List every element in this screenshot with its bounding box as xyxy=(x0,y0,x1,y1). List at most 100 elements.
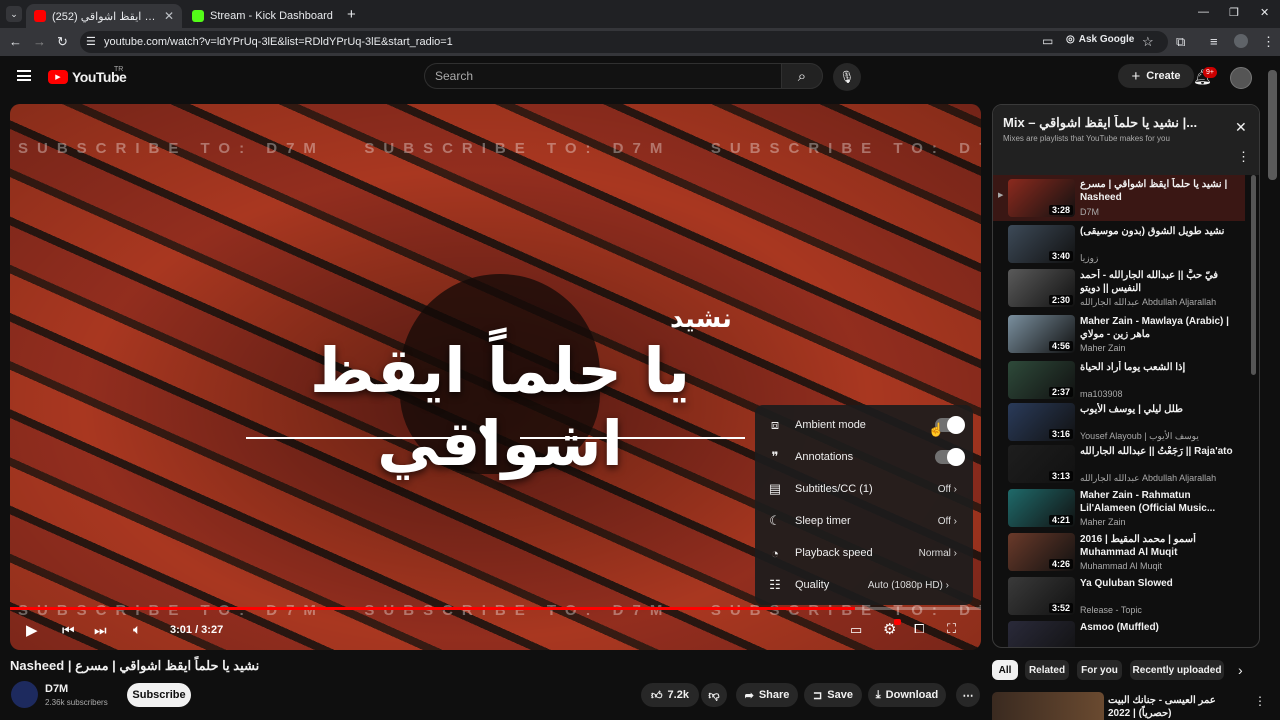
ask-google-button[interactable]: ◎ Ask Google xyxy=(1066,34,1134,45)
setting-sleep-timer[interactable]: ☾ Sleep timer Off › xyxy=(755,505,973,537)
mix-list-item[interactable]: Asmoo (Muffled)Nasheed Harmony - Topic xyxy=(993,619,1245,647)
reload-icon[interactable]: ↻ xyxy=(57,34,68,50)
extensions-icon[interactable]: ⧉ xyxy=(1176,34,1185,50)
minimize-icon[interactable]: — xyxy=(1198,6,1209,18)
mix-list-item[interactable]: 2:37 إذا الشعب يوما أراد الحياة ma103908 xyxy=(993,359,1245,401)
miniplayer-icon[interactable]: ⧠ xyxy=(914,621,924,637)
mix-list-item[interactable]: 4:21 Maher Zain - Rahmatun Lil'Alameen (O… xyxy=(993,487,1245,529)
profile-avatar[interactable] xyxy=(1234,34,1248,48)
subscribe-button[interactable]: Subscribe xyxy=(127,683,191,707)
subtitles-icon[interactable]: ▭ xyxy=(850,622,862,638)
mix-item-title[interactable]: Ya Quluban Slowed xyxy=(1080,577,1240,590)
mix-item-channel: Maher Zain xyxy=(1080,343,1126,353)
panel-more-icon[interactable]: ⋮ xyxy=(1237,149,1250,165)
more-actions-button[interactable]: ⋯ xyxy=(956,683,980,707)
create-button[interactable]: + Create xyxy=(1118,64,1194,88)
forward-icon[interactable]: → xyxy=(33,34,46,49)
mix-item-title[interactable]: Maher Zain - Rahmatun Lil'Alameen (Offic… xyxy=(1080,489,1240,515)
browser-menu-icon[interactable]: ⋮ xyxy=(1262,34,1275,50)
mix-item-thumbnail[interactable]: 3:16 xyxy=(1008,403,1075,441)
mix-item-thumbnail[interactable]: 3:28 xyxy=(1008,179,1075,217)
channel-avatar[interactable] xyxy=(11,681,38,708)
mix-list-item[interactable]: ▶ 3:28 نشيد يا حلماً ايقظ اشواقي | مسرع | … xyxy=(993,175,1245,221)
mix-list-item[interactable]: 4:26 أسمو | محمد المقيط | 2016 Muhammad A… xyxy=(993,531,1245,573)
bookmark-icon: ⊐ xyxy=(813,689,823,702)
mix-item-title[interactable]: نشيد طويل الشوق (بدون موسيقى) xyxy=(1080,225,1240,238)
setting-quality[interactable]: ☷ Quality Auto (1080p HD) › xyxy=(755,569,973,601)
mix-item-title[interactable]: Maher Zain - Mawlaya (Arabic) | ماهر زين… xyxy=(1080,315,1240,341)
search-input[interactable]: Search xyxy=(424,63,782,89)
annotations-toggle[interactable] xyxy=(935,448,965,466)
close-tab-icon[interactable]: ✕ xyxy=(339,9,340,23)
setting-subtitles[interactable]: ▤ Subtitles/CC (1) Off › xyxy=(755,473,973,505)
volume-icon[interactable]: 🔈︎ xyxy=(133,621,141,638)
mix-item-thumbnail[interactable]: 4:26 xyxy=(1008,533,1075,571)
chips-next-icon[interactable]: › xyxy=(1238,662,1243,678)
mix-list-item[interactable]: 3:13 رَجَعْتُ || عبدالله الجارالله || Raj… xyxy=(993,443,1245,485)
tab-search-icon[interactable]: ⌄ xyxy=(6,6,22,22)
like-button[interactable]: 👍︎ 7.2k xyxy=(641,683,699,707)
previous-icon[interactable]: ⏮︎ xyxy=(62,622,75,639)
mix-item-title[interactable]: فيّ حبٌّ || عبدالله الجارالله - أحمد الن… xyxy=(1080,269,1240,295)
chip-for-you[interactable]: For you xyxy=(1077,660,1122,680)
mix-item-thumbnail[interactable]: 3:52 xyxy=(1008,577,1075,615)
page-scrollbar[interactable] xyxy=(1268,60,1277,720)
mix-list-item[interactable]: 4:56 Maher Zain - Mawlaya (Arabic) | ماهر… xyxy=(993,313,1245,355)
next-icon[interactable]: ⏭︎ xyxy=(94,622,107,639)
channel-name[interactable]: D7M xyxy=(45,683,68,695)
back-icon[interactable]: ← xyxy=(9,34,22,49)
mix-item-title[interactable]: Asmoo (Muffled) xyxy=(1080,621,1240,634)
recommendation-title[interactable]: عمر العيسى - جنانك البيت (حصرياً) | 2022 xyxy=(1108,694,1248,720)
chip-recently-uploaded[interactable]: Recently uploaded xyxy=(1130,660,1224,680)
mix-list-item[interactable]: 2:30 فيّ حبٌّ || عبدالله الجارالله - أحمد… xyxy=(993,267,1245,309)
site-info-icon[interactable]: ☰ xyxy=(86,35,96,48)
playback-speed-icon: ◔ xyxy=(771,545,779,561)
mix-item-thumbnail[interactable]: 2:37 xyxy=(1008,361,1075,399)
chip-related[interactable]: Related xyxy=(1025,660,1069,680)
mix-item-thumbnail[interactable]: 4:21 xyxy=(1008,489,1075,527)
dislike-button[interactable]: 👎︎ xyxy=(701,683,727,707)
mix-item-thumbnail[interactable]: 4:56 xyxy=(1008,315,1075,353)
subscriber-count: 2.36k subscribers xyxy=(45,698,108,707)
mix-list-item[interactable]: 3:16 طلل ليلي | يوسف الأيوب Yousef Alayoub… xyxy=(993,401,1245,443)
recommendation-thumbnail[interactable] xyxy=(992,692,1104,720)
mix-item-thumbnail[interactable]: 3:40 xyxy=(1008,225,1075,263)
close-window-icon[interactable]: ✕ xyxy=(1260,6,1269,19)
mix-item-thumbnail[interactable]: 2:30 xyxy=(1008,269,1075,307)
url-text[interactable]: youtube.com/watch?v=ldYPrUq-3lE&list=RDl… xyxy=(104,36,453,48)
browser-tab-youtube[interactable]: (252) نشيد يا حلماً ايقظ اشواقي | ✕ xyxy=(26,4,182,28)
new-tab-icon[interactable]: + xyxy=(347,6,356,23)
setting-annotations[interactable]: ❞ Annotations xyxy=(755,441,973,473)
user-avatar[interactable] xyxy=(1230,67,1252,89)
mix-item-title[interactable]: نشيد يا حلماً ايقظ اشواقي | مسرع | Nashe… xyxy=(1080,178,1240,204)
close-tab-icon[interactable]: ✕ xyxy=(164,9,174,23)
browser-tab-kick[interactable]: Stream - Kick Dashboard ✕ xyxy=(184,4,340,28)
share-button[interactable]: ➦ Share xyxy=(736,683,798,707)
media-controls-icon[interactable]: ≡ xyxy=(1210,34,1218,49)
panel-scrollbar[interactable] xyxy=(1251,175,1256,645)
chip-all[interactable]: All xyxy=(992,660,1018,680)
hamburger-menu-icon[interactable] xyxy=(17,70,31,81)
country-code: TR xyxy=(114,66,124,73)
search-button[interactable]: ⌕ xyxy=(781,63,823,89)
play-icon[interactable]: ▶ xyxy=(26,621,38,639)
close-panel-icon[interactable]: ✕ xyxy=(1235,119,1247,136)
fullscreen-icon[interactable]: ⛶ xyxy=(947,621,956,637)
mix-item-title[interactable]: إذا الشعب يوما أراد الحياة xyxy=(1080,361,1240,374)
voice-search-button[interactable]: 🎙 xyxy=(833,63,861,91)
mix-list-item[interactable]: 3:40 نشيد طويل الشوق (بدون موسيقى) زوزيا xyxy=(993,223,1245,265)
install-app-icon[interactable]: ▭ xyxy=(1042,34,1053,48)
mix-list-item[interactable]: 3:52 Ya Quluban Slowed Release - Topic xyxy=(993,575,1245,617)
bookmark-star-icon[interactable]: ☆ xyxy=(1142,34,1154,50)
save-button[interactable]: ⊐ Save xyxy=(804,683,862,707)
mix-item-title[interactable]: رَجَعْتُ || عبدالله الجارالله || Raja'at… xyxy=(1080,445,1240,458)
download-button[interactable]: ⤓ Download xyxy=(868,683,946,707)
mix-item-title[interactable]: طلل ليلي | يوسف الأيوب xyxy=(1080,403,1240,416)
setting-playback-speed[interactable]: ◔ Playback speed Normal › xyxy=(755,537,973,569)
mix-item-title[interactable]: أسمو | محمد المقيط | 2016 Muhammad Al Mu… xyxy=(1080,533,1240,559)
mix-item-thumbnail[interactable] xyxy=(1008,621,1075,647)
recommendation-more-icon[interactable]: ⋮ xyxy=(1254,694,1266,708)
mix-item-thumbnail[interactable]: 3:13 xyxy=(1008,445,1075,483)
progress-bar[interactable] xyxy=(10,607,981,610)
restore-icon[interactable]: ❐ xyxy=(1229,6,1239,19)
